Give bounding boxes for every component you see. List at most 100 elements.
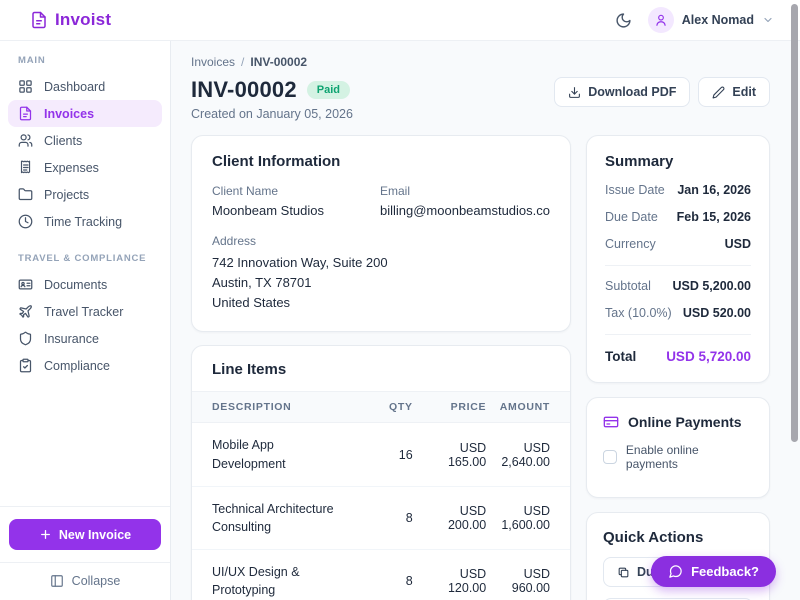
status-badge: Paid	[306, 81, 350, 99]
collapse-row: Collapse	[0, 562, 170, 600]
panel-collapse-icon	[50, 574, 64, 588]
app-logo[interactable]: Invoist	[30, 10, 111, 30]
summary-card: Summary Issue Date Jan 16, 2026 Due Date…	[586, 135, 770, 383]
collapse-label: Collapse	[71, 574, 121, 588]
tax-value: USD 520.00	[682, 306, 751, 320]
table-header-row: DESCRIPTION QTY PRICE AMOUNT	[192, 391, 570, 424]
app-title: Invoist	[55, 10, 112, 29]
enable-online-payments-label: Enable online payments	[625, 443, 699, 471]
table-row: Mobile App Development 16 USD 165.00 USD…	[192, 422, 570, 487]
enable-online-payments-row[interactable]: Enable online payments	[603, 443, 753, 471]
table-row: Technical Architecture Consulting 8 USD …	[192, 486, 570, 550]
sidebar-item-label: Dashboard	[44, 79, 106, 94]
sidebar-nav: MAIN Dashboard Invoices Clients Expenses…	[0, 41, 170, 506]
sidebar-item-travel-tracker[interactable]: Travel Tracker	[8, 298, 162, 325]
credit-card-icon	[603, 414, 619, 430]
sidebar-item-projects[interactable]: Projects	[8, 181, 162, 208]
vertical-scrollbar[interactable]	[791, 4, 798, 442]
sidebar-section-main: MAIN	[18, 55, 46, 66]
sidebar-item-invoices[interactable]: Invoices	[8, 100, 162, 127]
client-card-title: Client Information	[212, 153, 341, 170]
breadcrumb: Invoices / INV-00002	[191, 55, 770, 69]
sidebar-item-dashboard[interactable]: Dashboard	[8, 73, 162, 100]
sidebar-item-insurance[interactable]: Insurance	[8, 325, 162, 352]
subtotal-label: Subtotal	[605, 279, 651, 293]
new-invoice-label: New Invoice	[58, 527, 132, 542]
sidebar-item-documents[interactable]: Documents	[8, 271, 162, 298]
col-price: PRICE	[412, 391, 487, 424]
clock-icon	[18, 214, 33, 229]
item-qty: 16	[353, 422, 413, 487]
dashboard-icon	[18, 79, 33, 94]
new-invoice-button[interactable]: New Invoice	[9, 519, 161, 550]
download-pdf-label: Download PDF	[588, 85, 677, 99]
edit-label: Edit	[732, 85, 756, 99]
due-date-value: Feb 15, 2026	[676, 210, 751, 224]
app-root: Invoist Alex Nomad MAIN Dashboard Invoic…	[0, 0, 800, 600]
top-bar: Invoist Alex Nomad	[0, 0, 800, 41]
plus-icon	[39, 528, 52, 541]
sidebar-section-travel: TRAVEL & COMPLIANCE	[18, 253, 147, 264]
breadcrumb-separator: /	[241, 55, 245, 69]
invoices-icon	[18, 106, 33, 121]
item-qty: 8	[405, 574, 413, 589]
sidebar-item-label: Documents	[44, 277, 108, 292]
sidebar-item-compliance[interactable]: Compliance	[8, 352, 162, 379]
sidebar-item-expenses[interactable]: Expenses	[8, 154, 162, 181]
issue-date-label: Issue Date	[605, 183, 665, 197]
sidebar-item-label: Compliance	[44, 358, 111, 373]
client-email-value: billing@moonbeamstudios.co	[379, 203, 550, 218]
title-row: INV-00002 Paid Created on January 05, 20…	[191, 77, 770, 121]
shield-icon	[18, 331, 33, 346]
client-name-value: Moonbeam Studios	[212, 203, 325, 218]
breadcrumb-current: INV-00002	[250, 55, 308, 69]
sidebar: MAIN Dashboard Invoices Clients Expenses…	[0, 41, 171, 600]
copy-icon	[617, 566, 630, 579]
address-line-2: Austin, TX 78701	[212, 275, 312, 291]
item-price: USD 165.00	[412, 422, 487, 487]
summary-divider	[605, 265, 751, 266]
expenses-icon	[18, 160, 33, 175]
sidebar-item-time-tracking[interactable]: Time Tracking	[8, 208, 162, 235]
online-payments-title: Online Payments	[628, 414, 742, 430]
feedback-button[interactable]: Feedback?	[651, 556, 776, 587]
dark-mode-toggle[interactable]	[615, 12, 632, 29]
invoice-doc-icon	[30, 11, 48, 29]
edit-button[interactable]: Edit	[698, 77, 770, 107]
line-items-table: DESCRIPTION QTY PRICE AMOUNT Mobile App …	[192, 391, 570, 600]
client-information-card: Client Information Client Name Moonbeam …	[191, 135, 571, 333]
plane-icon	[18, 304, 33, 319]
chevron-down-icon	[762, 14, 774, 26]
avatar	[647, 7, 674, 33]
moon-icon	[615, 12, 632, 29]
table-row: UI/UX Design & Prototyping 8 USD 120.00 …	[192, 549, 570, 600]
sidebar-item-clients[interactable]: Clients	[8, 127, 162, 154]
item-amount: USD 960.00	[511, 567, 550, 596]
currency-value: USD	[724, 237, 751, 251]
user-name: Alex Nomad	[681, 13, 754, 27]
line-items-title: Line Items	[212, 361, 287, 379]
clients-icon	[18, 133, 33, 148]
item-qty: 8	[353, 486, 413, 550]
address-line-3: United States	[212, 295, 291, 311]
subtotal-value: USD 5,200.00	[672, 279, 751, 293]
collapse-button[interactable]: Collapse	[50, 574, 121, 588]
breadcrumb-invoices-link[interactable]: Invoices	[191, 55, 235, 69]
tax-label: Tax (10.0%)	[605, 306, 672, 320]
address-line-1: 742 Innovation Way, Suite 200	[212, 255, 388, 270]
item-price: USD 120.00	[447, 567, 487, 596]
item-price: USD 200.00	[412, 486, 487, 550]
user-menu[interactable]: Alex Nomad	[647, 7, 774, 33]
sidebar-item-label: Expenses	[44, 160, 99, 175]
line-items-card: Line Items DESCRIPTION QTY PRICE AMOUNT	[191, 345, 571, 600]
feedback-label: Feedback?	[691, 564, 759, 579]
currency-label: Currency	[605, 237, 656, 251]
summary-divider	[605, 334, 751, 335]
total-label: Total	[605, 349, 637, 364]
client-email-label: Email	[379, 184, 410, 198]
enable-online-payments-checkbox[interactable]	[603, 450, 617, 464]
client-address-label: Address	[212, 234, 257, 248]
header-actions: Download PDF Edit	[554, 77, 770, 107]
chat-bubble-icon	[668, 564, 683, 579]
download-pdf-button[interactable]: Download PDF	[554, 77, 691, 107]
